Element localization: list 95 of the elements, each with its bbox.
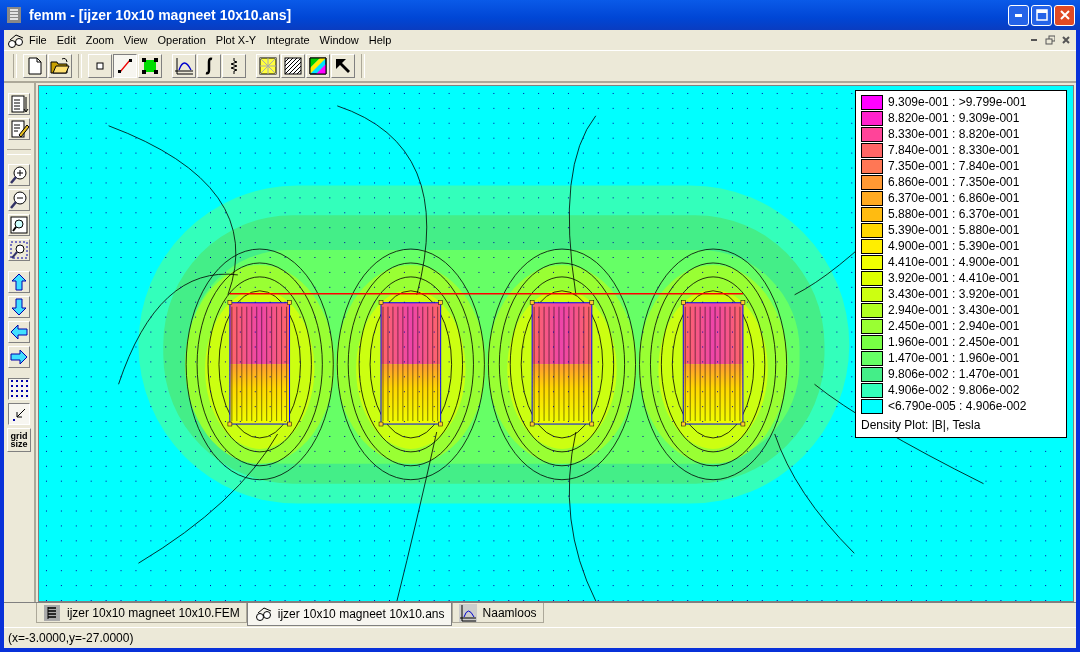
arrow-left-button[interactable] (8, 321, 30, 343)
show-grid-button[interactable] (8, 378, 30, 400)
restore-icon (1045, 35, 1055, 45)
snap-grid-button[interactable] (8, 403, 30, 425)
xy-plot-button[interactable] (172, 54, 196, 78)
new-document-button[interactable] (23, 54, 47, 78)
document-tab[interactable]: Naamloos (451, 603, 544, 623)
arrow-right-icon (9, 347, 29, 367)
arrow-down-button[interactable] (8, 296, 30, 318)
grid-square-button[interactable] (256, 54, 280, 78)
legend-label: 6.860e-001 : 7.350e-001 (888, 175, 1020, 189)
xy-plot-icon (174, 56, 194, 76)
maximize-icon (1035, 9, 1048, 21)
glasses-icon (253, 605, 272, 623)
sort-list-icon (9, 94, 29, 114)
menu-item[interactable]: File (24, 34, 52, 46)
legend-label: 4.410e-001 : 4.900e-001 (888, 255, 1020, 269)
arrow-cursor-icon (333, 56, 353, 76)
legend-label: 3.430e-001 : 3.920e-001 (888, 287, 1020, 301)
arrow-cursor-button[interactable] (331, 54, 355, 78)
legend-label: 8.330e-001 : 8.820e-001 (888, 127, 1020, 141)
gradient-square-icon (308, 56, 328, 76)
menu-item[interactable]: Help (363, 34, 397, 46)
mdi-restore-button[interactable] (1042, 33, 1058, 47)
zoom-out-button[interactable] (8, 189, 30, 211)
menu-item[interactable]: Integrate (261, 34, 315, 46)
integral-button[interactable] (197, 54, 221, 78)
segment-button[interactable] (113, 54, 137, 78)
menu-item[interactable]: View (118, 34, 153, 46)
zigzag-button[interactable] (222, 54, 246, 78)
new-document-icon (25, 56, 45, 76)
arrow-right-button[interactable] (8, 346, 30, 368)
glasses-icon[interactable] (6, 32, 24, 48)
maximize-button[interactable] (1031, 4, 1052, 26)
close-button[interactable] (1054, 4, 1075, 26)
node-button[interactable] (88, 54, 112, 78)
legend-label: 9.309e-001 : >9.799e-001 (888, 95, 1027, 109)
pencil-note-icon (9, 119, 29, 139)
zoom-fit-icon (9, 215, 29, 235)
minimize-button[interactable] (1008, 4, 1029, 26)
xy-plot-icon (458, 603, 477, 622)
menu-item[interactable]: Operation (152, 34, 211, 46)
zoom-window-icon (9, 240, 29, 260)
legend-label: 1.470e-001 : 1.960e-001 (888, 351, 1020, 365)
close-icon (1058, 9, 1071, 21)
legend-label: 6.370e-001 : 6.860e-001 (888, 191, 1020, 205)
menu-item[interactable]: Plot X-Y (210, 34, 262, 46)
legend-label: 7.840e-001 : 8.330e-001 (888, 143, 1020, 157)
arrow-up-button[interactable] (8, 271, 30, 293)
zoom-out-icon (9, 190, 29, 210)
legend-label: 2.940e-001 : 3.430e-001 (888, 303, 1020, 317)
window-title: femm - [ijzer 10x10 magneet 10x10.ans] (29, 7, 293, 23)
legend-label: 8.820e-001 : 9.309e-001 (888, 111, 1020, 125)
minimize-icon (1015, 13, 1022, 17)
menu-item[interactable]: Window (314, 34, 364, 46)
legend-label: 7.350e-001 : 7.840e-001 (888, 159, 1020, 173)
legend-label: 5.390e-001 : 5.880e-001 (888, 223, 1020, 237)
show-grid-icon (9, 379, 29, 399)
hatched-square-icon (283, 56, 303, 76)
arrow-up-icon (9, 272, 29, 292)
gradient-square-button[interactable] (306, 54, 330, 78)
legend-label: <6.790e-005 : 4.906e-002 (888, 399, 1027, 413)
zoom-in-button[interactable] (8, 164, 30, 186)
block-icon (140, 56, 160, 76)
arrow-left-icon (9, 322, 29, 342)
zoom-in-icon (9, 165, 29, 185)
zoom-window-button[interactable] (8, 239, 30, 261)
segment-icon (115, 56, 135, 76)
legend-label: 4.900e-001 : 5.390e-001 (888, 239, 1020, 253)
hatched-square-button[interactable] (281, 54, 305, 78)
document-tab[interactable]: ijzer 10x10 magneet 10x10.ans (246, 603, 452, 626)
coil-icon (43, 603, 61, 622)
arrow-down-icon (9, 297, 29, 317)
block-button[interactable] (138, 54, 162, 78)
legend-label: 4.906e-002 : 9.806e-002 (888, 383, 1020, 397)
app-icon (5, 6, 23, 24)
sort-list-button[interactable] (8, 93, 30, 115)
grid-size-button[interactable]: grid size (7, 428, 31, 452)
menu-item[interactable]: Edit (51, 34, 81, 46)
pencil-note-button[interactable] (8, 118, 30, 140)
zoom-fit-button[interactable] (8, 214, 30, 236)
open-folder-button[interactable] (48, 54, 72, 78)
legend-label: 2.450e-001 : 2.940e-001 (888, 319, 1020, 333)
menu-item[interactable]: Zoom (80, 34, 119, 46)
legend-caption: Density Plot: |B|, Tesla (861, 418, 982, 432)
legend-label: 3.920e-001 : 4.410e-001 (888, 271, 1020, 285)
minimize-icon (1031, 39, 1037, 41)
grid-square-icon (258, 56, 278, 76)
legend-label: 9.806e-002 : 1.470e-001 (888, 367, 1020, 381)
close-icon (1061, 35, 1071, 45)
cursor-coordinates: (x=-3.0000,y=-27.0000) (8, 631, 134, 645)
open-folder-icon (50, 56, 70, 76)
document-tab[interactable]: ijzer 10x10 magneet 10x10.FEM (36, 603, 247, 623)
legend-label: 5.880e-001 : 6.370e-001 (888, 207, 1020, 221)
legend-label: 1.960e-001 : 2.450e-001 (888, 335, 1020, 349)
